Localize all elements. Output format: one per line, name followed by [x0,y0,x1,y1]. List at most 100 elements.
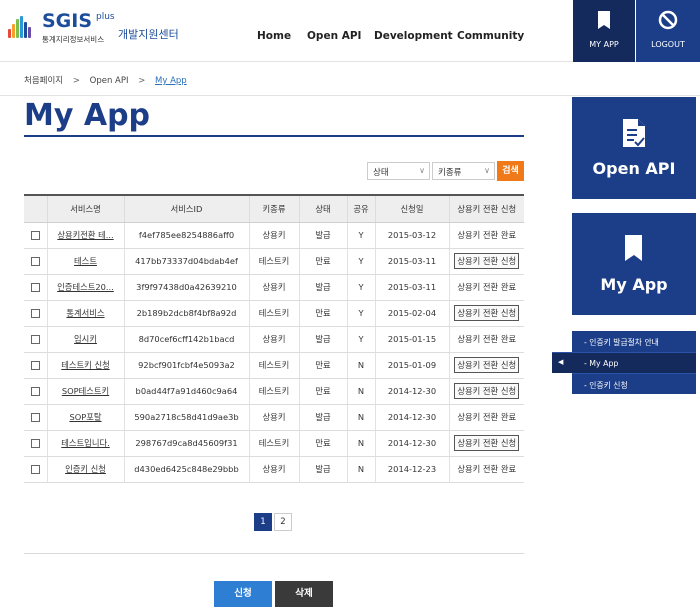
sidebar-item-label: - My App [584,359,619,368]
nav-open-api[interactable]: Open API [307,30,361,42]
cell-convert: 상용키 전환 완료 [448,456,524,483]
row-checkbox[interactable] [30,335,40,344]
col-header-date: 신청일 [374,194,449,223]
logout-label: LOGOUT [651,40,685,49]
service-name-link[interactable]: 통계서비스 [66,308,104,318]
service-name-link[interactable]: 상용키전환 테... [57,230,113,240]
cell-key-type: 상용키 [248,326,299,353]
chevron-down-icon: ∨ [419,166,425,175]
breadcrumb-my-app[interactable]: My App [155,76,187,86]
page-1-button[interactable]: 1 [254,513,272,531]
convert-request-button[interactable]: 상용키 전환 신청 [454,357,520,373]
service-name-link[interactable]: 테스트입니다. [61,438,109,448]
cell-convert: 상용키 전환 신청 [448,430,524,457]
table-header-row: 서비스명 서비스ID 키종류 상태 공유 신청일 상용키 전환 신청 [24,194,524,223]
table-row: 테스트 417bb73337d04bdab4ef 테스트키 만료 Y 2015-03-11… [24,248,524,275]
cell-status: 만료 [298,378,347,405]
cell-convert: 상용키 전환 신청 [448,352,524,379]
row-checkbox[interactable] [30,257,40,266]
chevron-right-icon: > [72,76,80,86]
sidebar-card-my-app[interactable]: My App [572,213,696,315]
cell-key-type: 상용키 [248,404,299,431]
chevron-right-icon: > [138,76,146,86]
service-name-link[interactable]: 테스트 [74,256,97,266]
cell-service-id: 590a2718c58d41d9ae3b [123,404,249,431]
row-checkbox[interactable] [30,387,40,396]
cell-status: 발급 [298,404,347,431]
cell-key-type: 테스트키 [248,352,299,379]
divider [24,553,524,554]
logo-subtitle: 통계지리정보서비스 [42,35,105,44]
delete-button[interactable]: 삭제 [275,581,333,607]
cell-check [24,300,47,327]
service-name-link[interactable]: SOP포탈 [69,412,101,422]
cell-date: 2014-12-30 [374,378,449,405]
cell-check [24,326,47,353]
row-checkbox[interactable] [30,439,40,448]
status-select-value: 상태 [373,168,389,178]
cell-date: 2014-12-23 [374,456,449,483]
col-header-service-name: 서비스명 [46,194,124,223]
convert-request-button[interactable]: 상용키 전환 신청 [454,305,520,321]
convert-status-text: 상용키 전환 완료 [457,334,517,344]
row-checkbox[interactable] [30,309,40,318]
page-title: My App [24,98,151,133]
service-name-link[interactable]: 테스트키 신청 [61,360,109,370]
search-button[interactable]: 검색 [497,161,524,181]
row-checkbox[interactable] [30,231,40,240]
chevron-down-icon: ∨ [484,166,490,175]
convert-status-text: 상용키 전환 완료 [457,282,517,292]
page-2-button[interactable]: 2 [274,513,292,531]
cell-check [24,274,47,301]
cell-service-name: 테스트키 신청 [46,352,124,379]
breadcrumb: 처음페이지 > Open API > My App [24,74,187,86]
cell-key-type: 상용키 [248,456,299,483]
cell-share: N [346,456,375,483]
table-row: 임시키 8d70cef6cff142b1bacd 상용키 발급 Y 2015-01-15 상… [24,326,524,353]
keytype-select-value: 키종류 [438,168,462,178]
cell-service-name: 임시키 [46,326,124,353]
row-checkbox[interactable] [30,361,40,370]
sgis-logo[interactable]: SGIS plus 통계지리정보서비스 개발지원센터 [8,8,198,48]
sidebar-card-open-api[interactable]: Open API [572,97,696,199]
service-name-link[interactable]: SOP테스트키 [62,386,109,396]
breadcrumb-open-api[interactable]: Open API [90,76,129,86]
col-header-service-id: 서비스ID [123,194,249,223]
col-header-share: 공유 [346,194,375,223]
convert-request-button[interactable]: 상용키 전환 신청 [454,383,520,399]
cell-convert: 상용키 전환 완료 [448,326,524,353]
nav-home[interactable]: Home [257,30,291,42]
status-select[interactable]: 상태 ∨ [367,162,430,180]
logout-button[interactable]: LOGOUT [636,0,700,62]
sidebar-item-my-app[interactable]: ◀ - My App [552,352,696,373]
caret-left-icon: ◀ [558,358,564,366]
sidebar-card-my-app-label: My App [600,275,668,294]
title-underline [24,135,524,137]
row-checkbox[interactable] [30,413,40,422]
sidebar-item-label: - 인증키 발급절차 안내 [584,338,659,347]
keytype-select[interactable]: 키종류 ∨ [432,162,495,180]
sidebar-item-key-request[interactable]: - 인증키 신청 [572,373,696,394]
cell-status: 발급 [298,222,347,249]
convert-request-button[interactable]: 상용키 전환 신청 [454,253,520,269]
apply-button[interactable]: 신청 [214,581,272,607]
breadcrumb-home[interactable]: 처음페이지 [24,74,63,86]
convert-request-button[interactable]: 상용키 전환 신청 [454,435,520,451]
service-name-link[interactable]: 인증테스트20... [57,282,114,292]
my-app-button[interactable]: MY APP [573,0,635,62]
cell-date: 2015-03-11 [374,274,449,301]
cell-check [24,352,47,379]
service-name-link[interactable]: 인증키 신청 [65,464,106,474]
row-checkbox[interactable] [30,465,40,474]
nav-community[interactable]: Community [457,30,524,42]
cell-convert: 상용키 전환 신청 [448,300,524,327]
cell-date: 2015-03-11 [374,248,449,275]
table-row: 테스트입니다. 298767d9ca8d45609f31 테스트키 만료 N 2014-1… [24,430,524,457]
service-name-link[interactable]: 임시키 [74,334,97,344]
cell-date: 2015-02-04 [374,300,449,327]
nav-development[interactable]: Development [374,30,453,42]
row-checkbox[interactable] [30,283,40,292]
sidebar-menu: - 인증키 발급절차 안내 ◀ - My App - 인증키 신청 [552,331,696,394]
my-app-label: MY APP [589,40,619,49]
sidebar-item-key-guide[interactable]: - 인증키 발급절차 안내 [572,331,696,352]
